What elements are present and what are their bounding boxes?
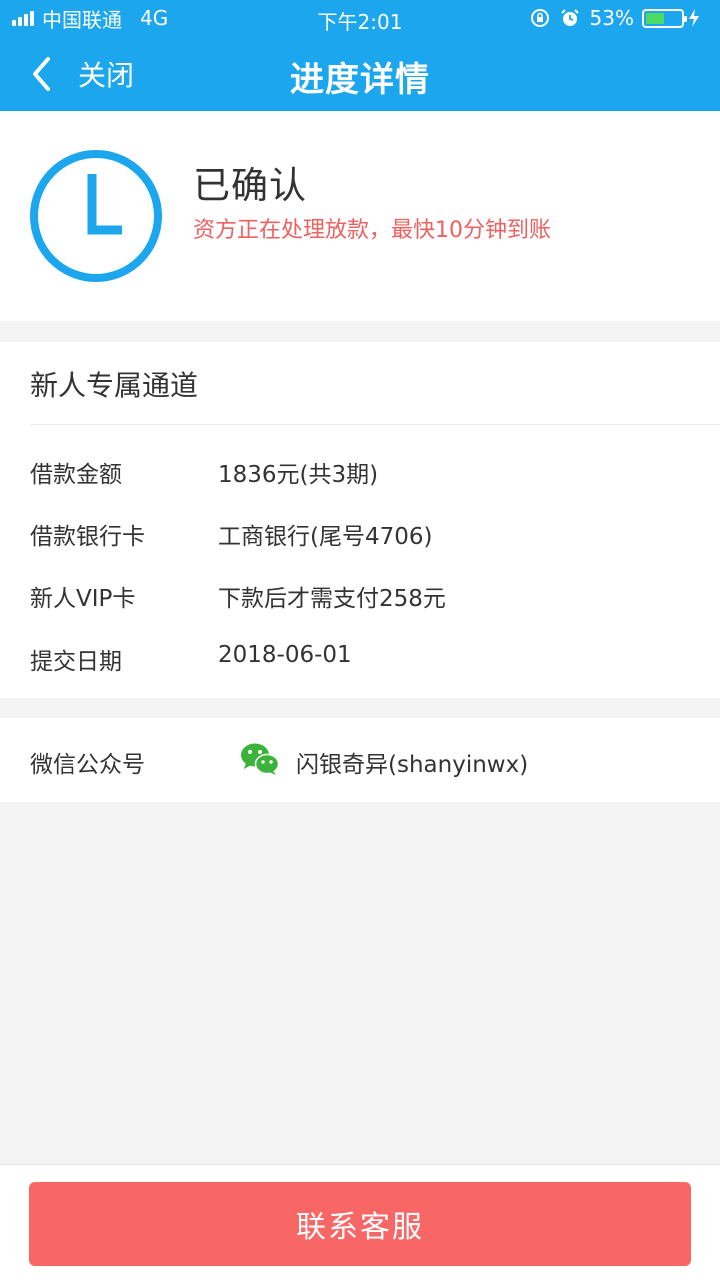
info-row-value: 2018-06-01 [218,642,352,668]
info-row-bank-card: 借款银行卡 工商银行(尾号4706) [30,511,690,551]
info-row-value: 下款后才需支付258元 [218,586,446,612]
wechat-icon [241,743,280,775]
wechat-account-row[interactable]: 微信公众号 闪银奇异(shanyinwx) [0,718,720,802]
info-header: 新人专属通道 [30,369,199,402]
info-row-value: 工商银行(尾号4706) [218,524,433,550]
header-bar: 中国联通 4G 下午2:01 53% 关闭 进度详情 [0,0,720,111]
info-row-submit-date: 提交日期 2018-06-01 [30,636,690,676]
alarm-icon [560,9,579,26]
clock-icon [30,150,162,282]
info-row-label: 借款金额 [30,462,122,488]
contact-service-button[interactable]: 联系客服 [29,1182,691,1266]
wechat-label: 微信公众号 [30,752,145,778]
info-row-label: 提交日期 [30,649,122,675]
status-title: 已确认 [193,164,307,207]
rotation-lock-icon [530,9,549,27]
wechat-account-name: 闪银奇异(shanyinwx) [296,752,529,778]
bottom-bar: 联系客服 [0,1164,720,1280]
info-row-label: 借款银行卡 [30,524,145,550]
info-row-value: 1836元(共3期) [218,462,379,488]
info-row-amount: 借款金额 1836元(共3期) [30,449,690,489]
info-row-label: 新人VIP卡 [30,586,136,612]
info-row-vip-card: 新人VIP卡 下款后才需支付258元 [30,573,690,613]
battery-percent: 53% [589,6,634,30]
status-bar: 中国联通 4G 下午2:01 53% [0,0,720,36]
nav-bar: 关闭 进度详情 [0,36,720,111]
status-card: 已确认 资方正在处理放款，最快10分钟到账 [0,111,720,321]
page-title: 进度详情 [290,60,430,100]
charging-icon [689,9,699,27]
loan-info-card: 新人专属通道 借款金额 1836元(共3期) 借款银行卡 工商银行(尾号4706… [0,342,720,698]
status-description: 资方正在处理放款，最快10分钟到账 [193,218,551,243]
battery-icon [642,8,687,28]
divider [30,424,720,425]
